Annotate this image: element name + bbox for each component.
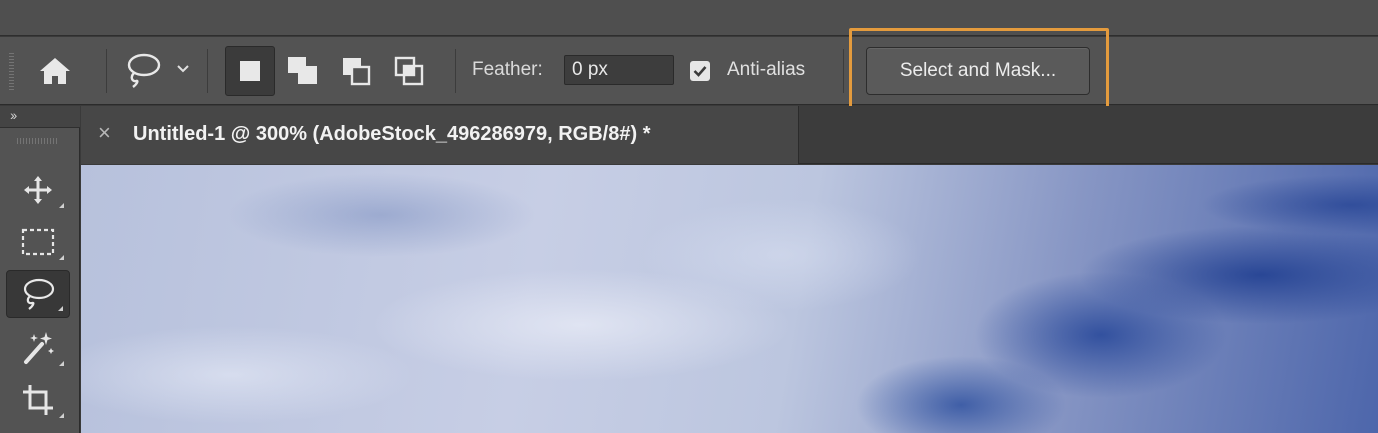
rectangular-marquee-tool[interactable] <box>6 218 70 266</box>
checkmark-icon <box>693 66 707 77</box>
intersect-selection-icon <box>394 56 424 86</box>
new-selection-icon <box>240 61 260 81</box>
options-bar: Feather: 0 px Anti-alias <box>0 37 1378 105</box>
marquee-icon <box>21 228 55 256</box>
crop-tool[interactable] <box>6 376 70 424</box>
document-title: Untitled-1 @ 300% (AdobeStock_496286979,… <box>133 123 651 145</box>
subtract-from-selection-icon <box>343 58 371 86</box>
separator <box>455 49 456 93</box>
anti-alias-label: Anti-alias <box>727 59 806 80</box>
tool-preset-picker[interactable] <box>120 51 200 91</box>
lasso-icon <box>127 53 161 88</box>
highlight-box <box>849 28 1109 112</box>
collapse-panel-button[interactable]: ›› <box>10 107 17 123</box>
home-icon <box>40 58 70 84</box>
subtract-from-selection-button[interactable] <box>331 46 381 96</box>
tool-group-indicator <box>58 306 63 311</box>
crop-icon <box>23 385 53 415</box>
document-canvas[interactable] <box>81 165 1378 433</box>
chevron-down-icon <box>177 65 189 73</box>
tool-group-indicator <box>59 413 64 418</box>
magic-wand-tool[interactable] <box>6 324 70 372</box>
new-selection-button[interactable] <box>225 46 275 96</box>
feather-label: Feather: <box>472 59 543 80</box>
tool-group-indicator <box>59 255 64 260</box>
home-button[interactable] <box>34 53 76 89</box>
move-tool[interactable] <box>6 166 70 214</box>
options-bar-grip[interactable] <box>9 53 14 91</box>
lasso-tool[interactable] <box>6 270 70 318</box>
tools-panel-grip[interactable] <box>17 138 59 144</box>
separator <box>106 49 107 93</box>
feather-input[interactable]: 0 px <box>564 55 674 85</box>
tools-panel: ›› <box>0 106 80 433</box>
document-tab-bar: × Untitled-1 @ 300% (AdobeStock_49628697… <box>81 106 1378 164</box>
separator <box>207 49 208 93</box>
document-tab[interactable]: × Untitled-1 @ 300% (AdobeStock_49628697… <box>81 106 799 164</box>
tool-group-indicator <box>59 361 64 366</box>
lasso-icon <box>23 278 55 310</box>
close-icon[interactable]: × <box>98 120 111 146</box>
tool-group-indicator <box>59 203 64 208</box>
separator <box>843 49 844 93</box>
add-to-selection-icon <box>288 57 317 84</box>
magic-wand-icon <box>24 332 54 364</box>
add-to-selection-button[interactable] <box>278 46 328 96</box>
tools-panel-header: ›› <box>0 106 80 128</box>
application-title-strip <box>0 0 1378 36</box>
intersect-with-selection-button[interactable] <box>384 46 434 96</box>
move-icon <box>24 176 52 204</box>
anti-alias-checkbox[interactable] <box>690 61 710 81</box>
